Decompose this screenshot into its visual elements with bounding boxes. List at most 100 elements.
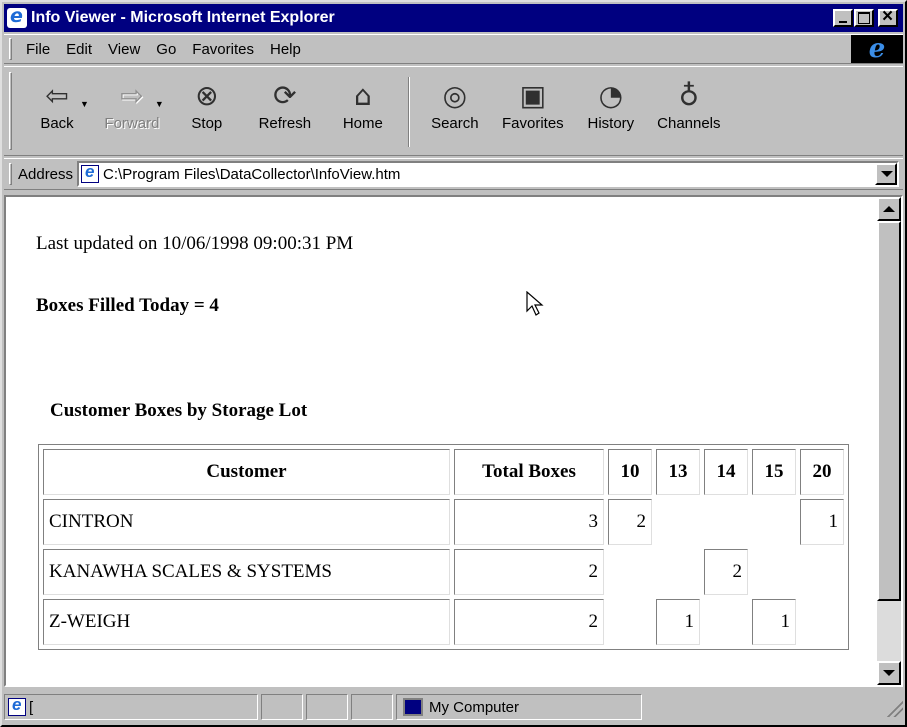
stop-icon: ⊗ — [195, 78, 219, 112]
back-arrow-icon: ⇦ — [45, 78, 69, 112]
menu-view[interactable]: View — [100, 41, 148, 58]
forward-label: Forward — [104, 115, 160, 132]
lot-cell: 2 — [704, 549, 748, 595]
menu-file[interactable]: File — [18, 41, 58, 58]
lot-cell — [608, 599, 652, 645]
status-zone-panel: My Computer — [396, 694, 642, 720]
toolbar-separator — [407, 77, 410, 147]
table-row: CINTRON 3 2 1 — [43, 499, 844, 545]
lot-cell — [704, 599, 748, 645]
lot-cell — [608, 549, 652, 595]
ie-throbber-logo: e — [851, 34, 903, 64]
back-label: Back — [40, 115, 74, 132]
total-cell: 3 — [454, 499, 604, 545]
scroll-up-button[interactable] — [877, 197, 901, 221]
lot-cell — [752, 549, 796, 595]
content-frame: Last updated on 10/06/1998 09:00:31 PM B… — [4, 195, 903, 687]
section-title: Customer Boxes by Storage Lot — [50, 400, 308, 421]
ie-logo-icon: e — [868, 34, 886, 64]
status-bar: [ My Computer — [4, 691, 903, 723]
lot-cell — [704, 499, 748, 545]
lot-cell — [656, 499, 700, 545]
header-lot: 15 — [752, 449, 796, 495]
storage-lot-table: Customer Total Boxes 10 13 14 15 20 CINT… — [38, 444, 849, 650]
channels-satellite-icon: ♁ — [678, 78, 700, 112]
header-lot: 13 — [656, 449, 700, 495]
browser-window: Info Viewer - Microsoft Internet Explore… — [0, 0, 907, 727]
mouse-pointer-icon — [526, 291, 544, 316]
address-label: Address — [18, 165, 74, 183]
menu-bar: File Edit View Go Favorites Help e — [4, 34, 903, 64]
total-cell: 2 — [454, 549, 604, 595]
channels-label: Channels — [657, 115, 721, 132]
menu-edit[interactable]: Edit — [58, 41, 100, 58]
favorites-folder-icon: ▣ — [519, 78, 547, 112]
favorites-label: Favorites — [502, 115, 564, 132]
addressbar-grip[interactable] — [9, 163, 12, 185]
minimize-button[interactable] — [833, 9, 853, 27]
lot-cell — [800, 599, 844, 645]
status-cursor-mark: [ — [29, 698, 34, 716]
header-lot: 14 — [704, 449, 748, 495]
search-button[interactable]: ◎ Search — [416, 67, 494, 133]
forward-dropdown-icon[interactable]: ▼ — [155, 99, 164, 109]
home-icon: ⌂ — [353, 78, 372, 112]
favorites-button[interactable]: ▣ Favorites — [494, 67, 572, 133]
page-content: Last updated on 10/06/1998 09:00:31 PM B… — [6, 197, 877, 685]
customer-cell: CINTRON — [43, 499, 450, 545]
home-button[interactable]: ⌂ Home — [324, 67, 402, 133]
status-security-panel — [351, 694, 393, 720]
window-controls — [833, 6, 899, 28]
header-lot: 20 — [800, 449, 844, 495]
back-dropdown-icon[interactable]: ▼ — [80, 99, 89, 109]
lot-cell: 1 — [752, 599, 796, 645]
table-row: KANAWHA SCALES & SYSTEMS 2 2 — [43, 549, 844, 595]
search-label: Search — [431, 115, 479, 132]
my-computer-icon — [403, 698, 423, 716]
address-value[interactable]: C:\Program Files\DataCollector\InfoView.… — [103, 166, 875, 183]
history-icon: ◔ — [598, 78, 624, 112]
home-label: Home — [342, 115, 383, 132]
refresh-icon: ⟳ — [273, 78, 297, 112]
lot-cell — [656, 549, 700, 595]
window-title: Info Viewer - Microsoft Internet Explore… — [31, 9, 335, 26]
vertical-scrollbar[interactable] — [877, 197, 901, 685]
lot-cell: 1 — [656, 599, 700, 645]
header-lot: 10 — [608, 449, 652, 495]
ie-app-icon[interactable] — [7, 5, 27, 28]
last-updated-text: Last updated on 10/06/1998 09:00:31 PM — [36, 233, 354, 254]
status-text-panel: [ — [4, 694, 258, 720]
boxes-filled-text: Boxes Filled Today = 4 — [36, 295, 219, 316]
table-header-row: Customer Total Boxes 10 13 14 15 20 — [43, 449, 844, 495]
channels-button[interactable]: ♁ Channels — [650, 67, 728, 133]
customer-cell: Z-WEIGH — [43, 599, 450, 645]
menu-favorites[interactable]: Favorites — [184, 41, 262, 58]
menu-help[interactable]: Help — [262, 41, 309, 58]
history-label: History — [587, 115, 635, 132]
resize-grip[interactable] — [883, 697, 903, 717]
search-globe-icon: ◎ — [442, 78, 468, 112]
menubar-grip[interactable] — [9, 38, 12, 60]
customer-cell: KANAWHA SCALES & SYSTEMS — [43, 549, 450, 595]
address-dropdown-button[interactable] — [875, 163, 897, 185]
stop-button[interactable]: ⊗ Stop — [168, 67, 246, 133]
header-total-boxes: Total Boxes — [454, 449, 604, 495]
toolbar-grip[interactable] — [9, 72, 12, 150]
refresh-button[interactable]: ⟳ Refresh — [246, 67, 324, 133]
zone-label: My Computer — [429, 698, 520, 716]
maximize-button[interactable] — [854, 9, 874, 27]
lot-cell: 2 — [608, 499, 652, 545]
menu-go[interactable]: Go — [148, 41, 184, 58]
history-button[interactable]: ◔ History — [572, 67, 650, 133]
page-icon — [81, 162, 100, 183]
stop-label: Stop — [191, 115, 223, 132]
status-progress-panel — [261, 694, 303, 720]
close-button[interactable] — [878, 6, 898, 28]
scroll-down-button[interactable] — [877, 661, 901, 685]
status-offline-panel — [306, 694, 348, 720]
address-field[interactable]: C:\Program Files\DataCollector\InfoView.… — [77, 161, 899, 187]
title-bar[interactable]: Info Viewer - Microsoft Internet Explore… — [4, 4, 903, 32]
lot-cell: 1 — [800, 499, 844, 545]
scroll-thumb[interactable] — [877, 221, 901, 601]
lot-cell — [752, 499, 796, 545]
